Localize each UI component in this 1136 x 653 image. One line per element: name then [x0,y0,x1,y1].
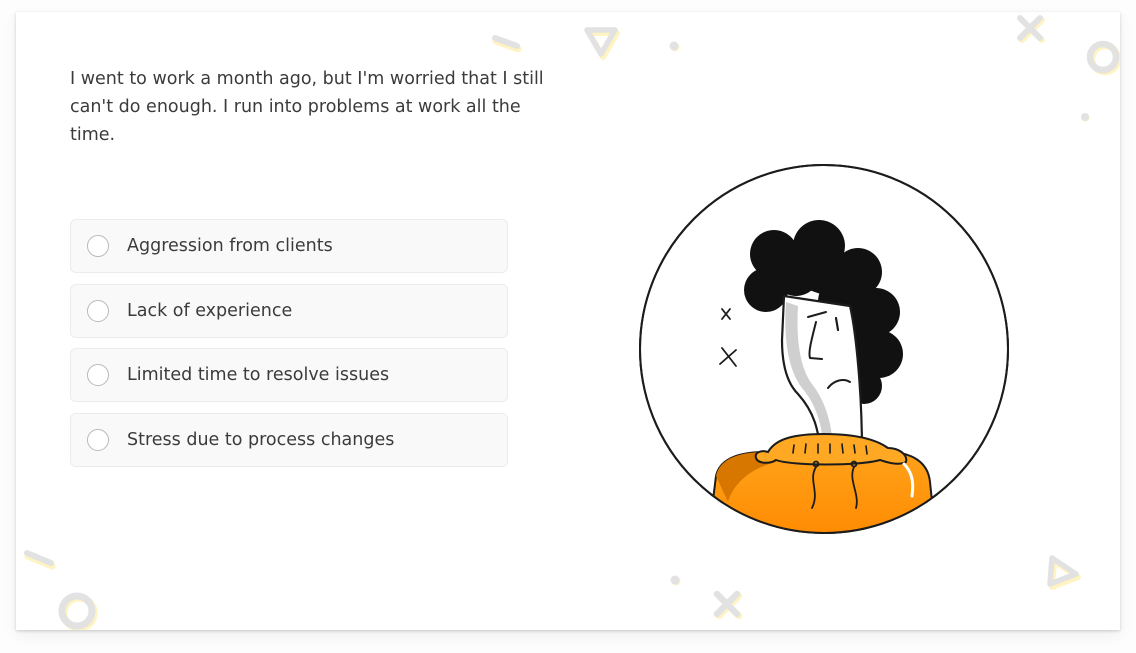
cross-decoration-bottom-icon [713,590,743,620]
option-label: Limited time to resolve issues [127,365,390,385]
option-label: Lack of experience [127,300,293,321]
quiz-card: I went to work a month ago, but I'm worr… [16,12,1120,630]
radio-button[interactable] [87,235,109,257]
ring-decoration-bottom-left-icon [58,592,98,630]
answer-options: Aggression from clients Lack of experien… [70,219,508,477]
option-label: Stress due to process changes [127,429,395,450]
question-text: I went to work a month ago, but I'm worr… [70,69,544,145]
dot-decoration-top-icon [669,41,680,52]
worried-person-illustration [639,164,1009,534]
ring-decoration-top-right-icon [1086,40,1120,76]
dot-decoration-bottom-icon [670,575,681,586]
radio-button[interactable] [87,428,109,451]
cross-decoration-top-icon [1017,15,1045,43]
radio-button[interactable] [87,299,109,322]
option-aggression-from-clients[interactable]: Aggression from clients [70,219,508,273]
radio-button[interactable] [87,364,109,386]
option-limited-time[interactable]: Limited time to resolve issues [70,348,508,402]
option-lack-of-experience[interactable]: Lack of experience [70,283,508,338]
triangle-decoration-top-icon [584,27,620,60]
dot-decoration-right-icon [1081,113,1090,122]
dash-decoration-left-icon [24,550,56,570]
option-label: Aggression from clients [127,236,333,256]
option-stress-process-changes[interactable]: Stress due to process changes [70,412,508,467]
dash-decoration-top-icon [492,35,522,52]
triangle-decoration-bottom-right-icon [1047,555,1081,590]
